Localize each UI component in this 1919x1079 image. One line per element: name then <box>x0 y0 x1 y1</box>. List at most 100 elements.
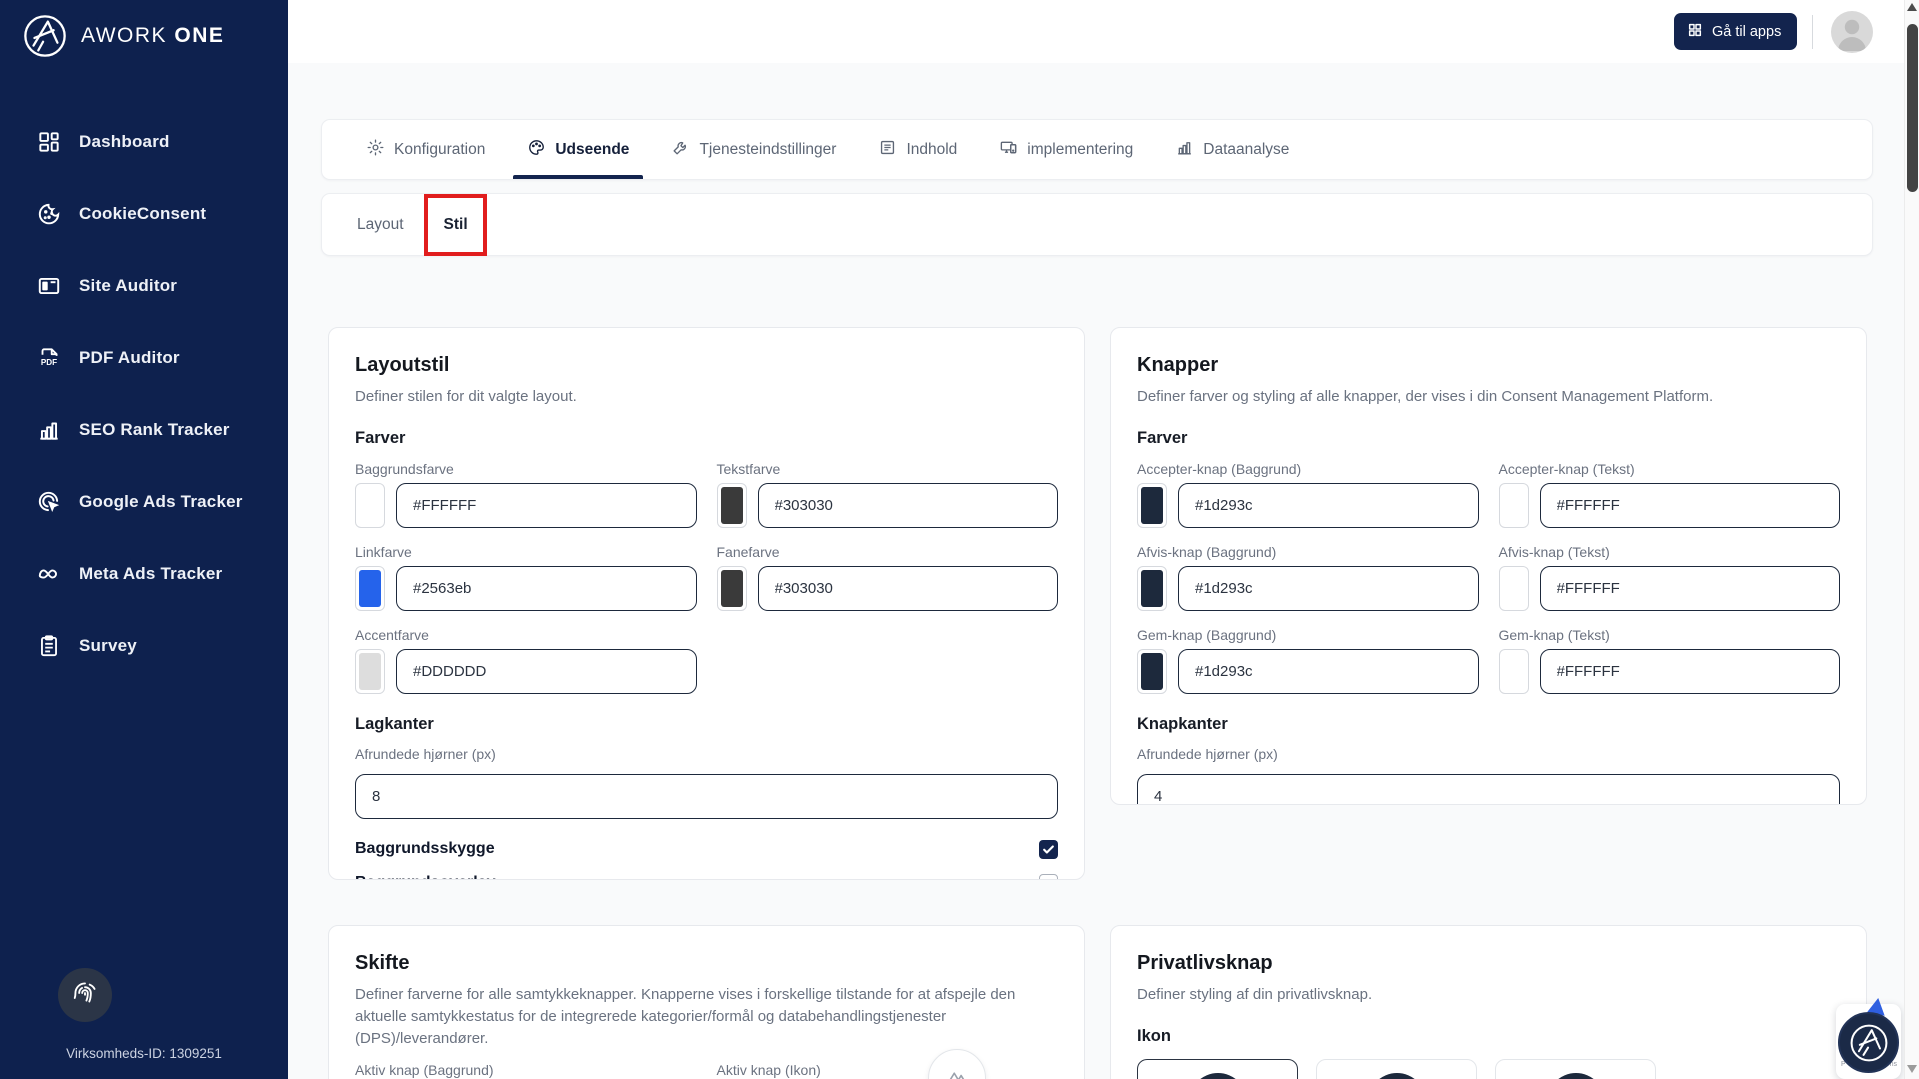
tab-konfiguration[interactable]: Konfiguration <box>352 120 499 179</box>
cookie-icon <box>36 201 62 227</box>
color-input[interactable] <box>1178 649 1479 694</box>
color-swatch[interactable] <box>1499 649 1529 694</box>
page-scrollbar[interactable] <box>1904 0 1919 1079</box>
sidebar-item-survey[interactable]: Survey <box>36 625 288 667</box>
tab-bar: Konfiguration Udseende Tjenesteindstilli… <box>321 119 1873 180</box>
sidebar-item-meta-ads-tracker[interactable]: Meta Ads Tracker <box>36 553 288 595</box>
field-label: Accepter-knap (Tekst) <box>1499 461 1841 477</box>
field-linkfarve: Linkfarve <box>355 544 697 611</box>
sidebar-item-pdf-auditor[interactable]: PDF PDF Auditor <box>36 337 288 379</box>
tab-dataanalyse[interactable]: Dataanalyse <box>1161 120 1303 179</box>
sidebar-item-site-auditor[interactable]: Site Auditor <box>36 265 288 307</box>
icon-option-fingerprint[interactable] <box>1137 1059 1298 1079</box>
color-swatch[interactable] <box>717 566 747 611</box>
awork-logo-badge <box>1838 1012 1899 1073</box>
card-title: Layoutstil <box>355 354 1058 377</box>
gear-icon <box>366 138 385 162</box>
color-input[interactable] <box>396 566 697 611</box>
header <box>288 0 1904 63</box>
color-input[interactable] <box>1540 483 1841 528</box>
sidebar-item-label: Site Auditor <box>79 276 177 296</box>
corners-label: Afrundede hjørner (px) <box>1137 746 1840 762</box>
field-label: Linkfarve <box>355 544 697 560</box>
tab-label: implementering <box>1027 141 1133 159</box>
sidebar-item-label: SEO Rank Tracker <box>79 420 230 440</box>
checkbox-unchecked[interactable] <box>1039 874 1058 880</box>
scroll-up-arrow-icon[interactable] <box>1907 3 1917 11</box>
sidebar-item-dashboard[interactable]: Dashboard <box>36 121 288 163</box>
scroll-down-arrow-icon[interactable] <box>1907 1065 1917 1073</box>
infinity-icon <box>36 561 62 587</box>
subtab-layout[interactable]: Layout <box>357 216 404 234</box>
sidebar-item-google-ads-tracker[interactable]: Google Ads Tracker <box>36 481 288 523</box>
color-input[interactable] <box>1540 649 1841 694</box>
click-tracker-icon <box>36 489 62 515</box>
tab-udseende[interactable]: Udseende <box>513 120 643 179</box>
toggle-list: Baggrundsskygge Baggrundsoverlay <box>355 837 1058 880</box>
fingerprint-button[interactable] <box>58 968 112 1022</box>
field-label: Aktiv knap (Baggrund) <box>355 1062 697 1078</box>
dashboard-icon <box>36 129 62 155</box>
tab-label: Konfiguration <box>394 141 485 159</box>
sidebar-item-label: Meta Ads Tracker <box>79 564 222 584</box>
field-label: Accepter-knap (Baggrund) <box>1137 461 1479 477</box>
icon-option-check-square[interactable] <box>1495 1059 1656 1079</box>
tab-label: Dataanalyse <box>1203 141 1289 159</box>
page: AWORK ONE Dashboard <box>0 0 1919 1079</box>
checkbox-checked[interactable] <box>1039 840 1058 859</box>
card-subtitle: Definer styling af din privatlivsknap. <box>1137 984 1837 1006</box>
mountains-icon <box>946 1065 968 1079</box>
fingerprint-icon <box>1189 1073 1247 1079</box>
document-icon <box>878 138 897 162</box>
corner-radius-input[interactable] <box>1137 774 1840 805</box>
color-input[interactable] <box>758 483 1059 528</box>
sidebar-item-cookieconsent[interactable]: CookieConsent <box>36 193 288 235</box>
go-to-apps-button[interactable]: Gå til apps <box>1674 13 1797 50</box>
color-input[interactable] <box>1178 483 1479 528</box>
color-swatch[interactable] <box>355 649 385 694</box>
color-swatch[interactable] <box>1137 649 1167 694</box>
icon-option-lock[interactable] <box>1316 1059 1477 1079</box>
tab-label: Indhold <box>906 141 957 159</box>
sidebar-item-label: Survey <box>79 636 137 656</box>
field-label: Fanefarve <box>717 544 1059 560</box>
browser-window-icon <box>36 273 62 299</box>
tab-indhold[interactable]: Indhold <box>864 120 971 179</box>
field-afvis-baggrund: Afvis-knap (Baggrund) <box>1137 544 1479 611</box>
tab-implementering[interactable]: implementering <box>985 120 1147 179</box>
field-accepter-tekst: Accepter-knap (Tekst) <box>1499 461 1841 528</box>
color-swatch[interactable] <box>1137 483 1167 528</box>
color-input[interactable] <box>1178 566 1479 611</box>
field-gem-baggrund: Gem-knap (Baggrund) <box>1137 627 1479 694</box>
color-swatch[interactable] <box>355 483 385 528</box>
lock-icon <box>1368 1073 1426 1079</box>
field-tekstfarve: Tekstfarve <box>717 461 1059 528</box>
scrollbar-thumb[interactable] <box>1907 24 1918 192</box>
color-swatch[interactable] <box>717 483 747 528</box>
sidebar-item-seo-rank-tracker[interactable]: SEO Rank Tracker <box>36 409 288 451</box>
color-swatch[interactable] <box>1499 566 1529 611</box>
tab-tjenesteindstillinger[interactable]: Tjenesteindstillinger <box>657 120 850 179</box>
sidebar-item-label: Google Ads Tracker <box>79 492 243 512</box>
brand: AWORK ONE <box>0 0 288 59</box>
color-swatch[interactable] <box>1137 566 1167 611</box>
field-afvis-tekst: Afvis-knap (Tekst) <box>1499 544 1841 611</box>
brand-widget[interactable]: P ns <box>1836 1004 1901 1079</box>
section-heading-farver: Farver <box>355 429 1058 448</box>
field-aktiv-knap-baggrund: Aktiv knap (Baggrund) <box>355 1062 697 1079</box>
color-swatch[interactable] <box>1499 483 1529 528</box>
subtab-stil[interactable]: Stil <box>444 216 468 234</box>
tab-label: Tjenesteindstillinger <box>699 141 836 159</box>
chart-icon <box>1175 138 1194 162</box>
section-heading-knapkanter: Knapkanter <box>1137 715 1840 734</box>
color-swatch[interactable] <box>355 566 385 611</box>
color-input[interactable] <box>758 566 1059 611</box>
user-avatar[interactable] <box>1831 11 1873 53</box>
color-input[interactable] <box>396 649 697 694</box>
fingerprint-icon <box>71 979 99 1012</box>
corner-radius-input[interactable] <box>355 774 1058 819</box>
section-heading-farver: Farver <box>1137 429 1840 448</box>
color-input[interactable] <box>1540 566 1841 611</box>
color-input[interactable] <box>396 483 697 528</box>
section-heading-lagkanter: Lagkanter <box>355 715 1058 734</box>
